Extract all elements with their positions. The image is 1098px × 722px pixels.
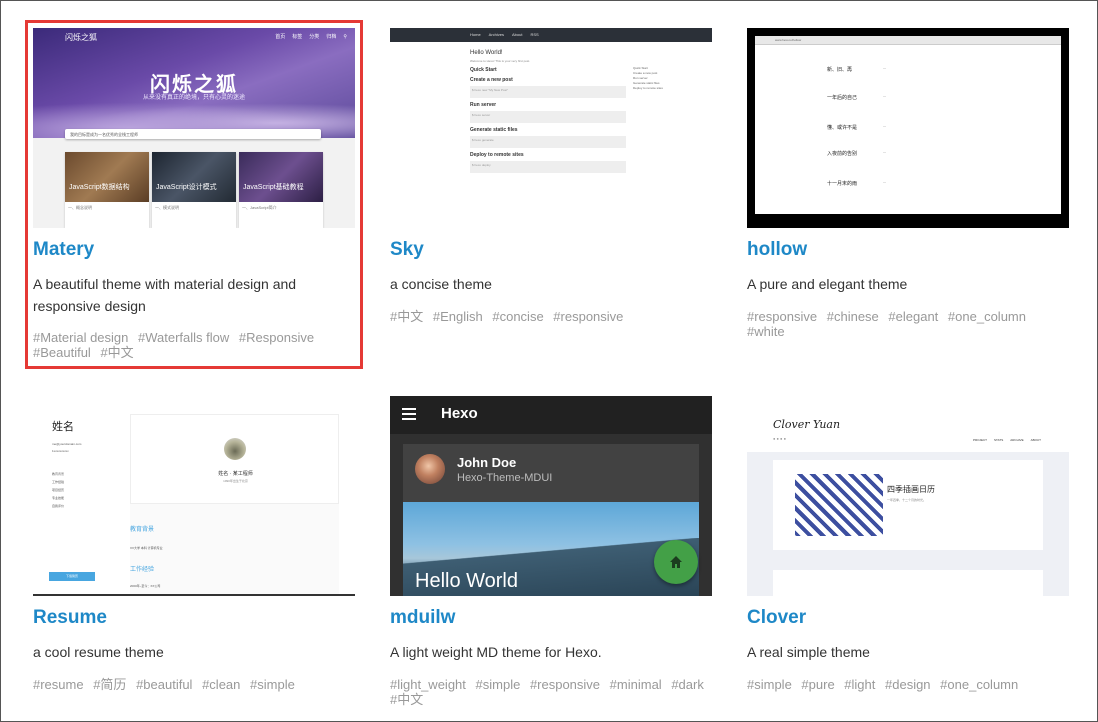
theme-card-resume[interactable]: 姓名 me@yourdomain.com 1xxxxxxxxxx 教育背景 工作… bbox=[33, 396, 355, 706]
theme-description: A light weight MD theme for Hexo. bbox=[390, 644, 602, 660]
menu-icon bbox=[402, 408, 416, 420]
theme-tags: #中文 #English #concise #responsive bbox=[390, 309, 712, 324]
preview-main: 姓名 · 某工程师 1990年出生于北京 教育背景 XX大学 本科 计算机专业 … bbox=[130, 414, 339, 596]
theme-preview-resume[interactable]: 姓名 me@yourdomain.com 1xxxxxxxxxx 教育背景 工作… bbox=[33, 396, 355, 596]
preview-topbar: Home Archives About RSS bbox=[390, 28, 712, 42]
theme-card-sky[interactable]: Home Archives About RSS Hello World! Welcom… bbox=[390, 28, 712, 338]
theme-tags: #resume #简历 #beautiful #clean #simple bbox=[33, 677, 355, 692]
selection-highlight bbox=[25, 20, 363, 369]
tag[interactable]: #clean bbox=[202, 677, 240, 692]
preview-appbar: Hexo bbox=[390, 396, 712, 434]
theme-title[interactable]: mduilw bbox=[390, 607, 455, 629]
home-icon bbox=[654, 540, 698, 584]
tag[interactable]: #简历 bbox=[93, 677, 126, 692]
theme-tags: #simple #pure #light #design #one_column bbox=[747, 677, 1069, 692]
tag[interactable]: #white bbox=[747, 324, 785, 339]
avatar bbox=[415, 454, 445, 484]
preview-window: www.hexo.io/hollow 新、旧、再 — 一年后的自己 — 懂、或许… bbox=[755, 36, 1061, 214]
tag[interactable]: #中文 bbox=[390, 309, 423, 324]
preview-body: John Doe Hexo-Theme-MDUI Hello World bbox=[390, 434, 712, 596]
tag[interactable]: #simple bbox=[747, 677, 792, 692]
theme-tags: #responsive #chinese #elegant #one_colum… bbox=[747, 309, 1069, 339]
preview-address-bar: www.hexo.io/hollow bbox=[755, 36, 1061, 45]
tag[interactable]: #simple bbox=[250, 677, 295, 692]
tag[interactable]: #dark bbox=[671, 677, 704, 692]
tag[interactable]: #one_column bbox=[948, 309, 1026, 324]
preview-sidebar: Quick Start Create a new post Run server… bbox=[633, 66, 663, 90]
tag[interactable]: #one_column bbox=[940, 677, 1018, 692]
theme-preview-sky[interactable]: Home Archives About RSS Hello World! Welcom… bbox=[390, 28, 712, 228]
tag[interactable]: #minimal bbox=[610, 677, 662, 692]
tag[interactable]: #beautiful bbox=[136, 677, 192, 692]
tag[interactable]: #responsive bbox=[553, 309, 623, 324]
tag[interactable]: #pure bbox=[801, 677, 834, 692]
theme-title[interactable]: Sky bbox=[390, 239, 424, 261]
theme-title[interactable]: hollow bbox=[747, 239, 807, 261]
theme-title[interactable]: Resume bbox=[33, 607, 107, 629]
tag[interactable]: #English bbox=[433, 309, 483, 324]
preview-header: Clover Yuan ● ● ● ● PROJECT STATS ARCHIVE A… bbox=[747, 396, 1069, 452]
tag[interactable]: #concise bbox=[492, 309, 543, 324]
theme-card-clover[interactable]: Clover Yuan ● ● ● ● PROJECT STATS ARCHIVE A… bbox=[747, 396, 1069, 706]
theme-description: A real simple theme bbox=[747, 644, 870, 660]
preview-post-card: 四季插画日历 一年四季，十二个月的时光。 bbox=[773, 460, 1043, 550]
tag[interactable]: #elegant bbox=[888, 309, 938, 324]
theme-description: A pure and elegant theme bbox=[747, 276, 908, 292]
theme-card-hollow[interactable]: www.hexo.io/hollow 新、旧、再 — 一年后的自己 — 懂、或许… bbox=[747, 28, 1069, 339]
theme-description: a concise theme bbox=[390, 276, 492, 292]
tag[interactable]: #design bbox=[885, 677, 931, 692]
tag[interactable]: #responsive bbox=[530, 677, 600, 692]
theme-preview-hollow[interactable]: www.hexo.io/hollow 新、旧、再 — 一年后的自己 — 懂、或许… bbox=[747, 28, 1069, 228]
tag[interactable]: #simple bbox=[476, 677, 521, 692]
tag[interactable]: #resume bbox=[33, 677, 84, 692]
tag[interactable]: #chinese bbox=[827, 309, 879, 324]
theme-description: a cool resume theme bbox=[33, 644, 164, 660]
avatar bbox=[224, 438, 246, 460]
theme-card-mduilw[interactable]: Hexo John Doe Hexo-Theme-MDUI Hello Worl… bbox=[390, 396, 712, 716]
theme-title[interactable]: Clover bbox=[747, 607, 806, 629]
tag[interactable]: #light bbox=[844, 677, 875, 692]
tag[interactable]: #light_weight bbox=[390, 677, 466, 692]
theme-tags: #light_weight #simple #responsive #minim… bbox=[390, 677, 712, 707]
theme-preview-clover[interactable]: Clover Yuan ● ● ● ● PROJECT STATS ARCHIVE A… bbox=[747, 396, 1069, 596]
preview-body: Hello World! Welcome to Hexo! This is yo… bbox=[390, 42, 712, 228]
theme-preview-mduilw[interactable]: Hexo John Doe Hexo-Theme-MDUI Hello Worl… bbox=[390, 396, 712, 596]
tag[interactable]: #中文 bbox=[390, 692, 423, 707]
preview-sidebar: 姓名 me@yourdomain.com 1xxxxxxxxxx 教育背景 工作… bbox=[33, 396, 123, 596]
tag[interactable]: #responsive bbox=[747, 309, 817, 324]
